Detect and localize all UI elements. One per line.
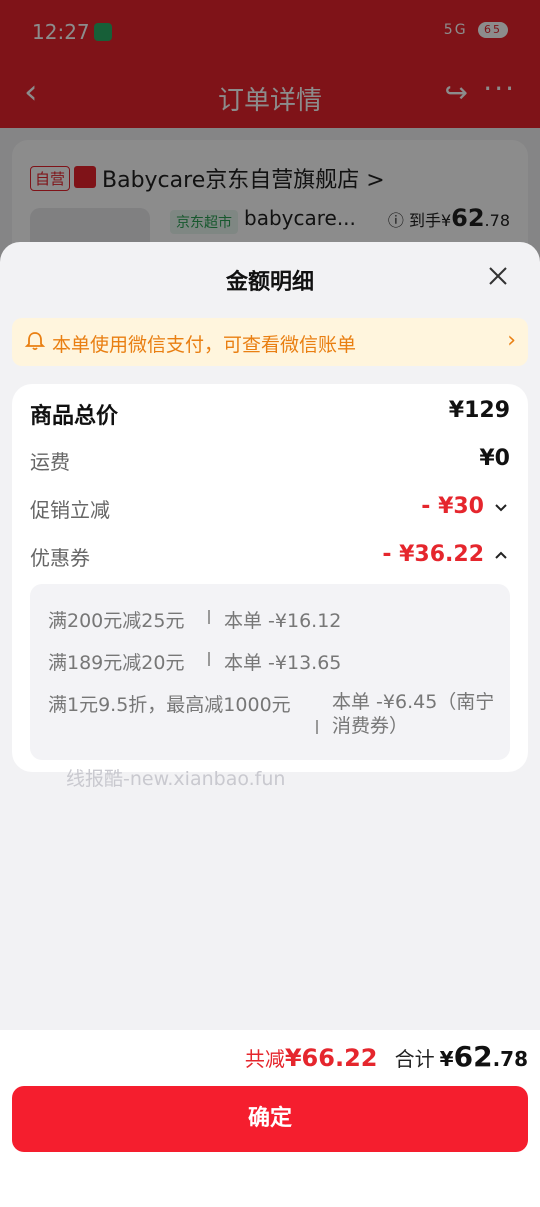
chevron-up-icon[interactable] bbox=[492, 546, 510, 564]
coupon-amount: 本单 -¥16.12 bbox=[224, 610, 342, 632]
sum-label: 合计 bbox=[394, 1047, 435, 1071]
amount-detail-card: 商品总价 ¥129 运费 ¥0 促销立减 - ¥30 优惠券 - ¥36.22 … bbox=[12, 384, 528, 772]
promo-value: - ¥30 bbox=[421, 494, 484, 519]
sum-symbol: ¥ bbox=[439, 1047, 454, 1071]
coupon-amount: 本单 -¥6.45（南宁消费券） bbox=[332, 691, 495, 737]
separator bbox=[208, 610, 210, 624]
wechat-pay-notice[interactable]: 本单使用微信支付，可查看微信账单 › bbox=[12, 318, 528, 366]
row-promo[interactable]: 促销立减 - ¥30 bbox=[30, 494, 510, 528]
coupon-label: 优惠券 bbox=[30, 546, 90, 570]
coupon-amount: 本单 -¥13.65 bbox=[224, 652, 342, 674]
row-coupon[interactable]: 优惠券 - ¥36.22 bbox=[30, 542, 510, 576]
notice-text: 本单使用微信支付，可查看微信账单 bbox=[52, 334, 357, 356]
saved-label: 共减 bbox=[244, 1047, 285, 1071]
chevron-down-icon[interactable] bbox=[492, 498, 510, 516]
coupon-condition: 满200元减25元 bbox=[48, 610, 185, 632]
saved-value: ¥66.22 bbox=[284, 1044, 378, 1072]
shipping-value: ¥0 bbox=[479, 446, 510, 471]
coupon-condition: 满189元减20元 bbox=[48, 652, 185, 674]
sum-dec: .78 bbox=[492, 1047, 528, 1071]
watermark: 线报酷-new.xianbao.fun bbox=[66, 768, 286, 790]
sum-int: 62 bbox=[453, 1040, 493, 1073]
confirm-button[interactable]: 确定 bbox=[12, 1086, 528, 1152]
promo-label: 促销立减 bbox=[30, 498, 110, 522]
total-summary: 共减¥66.22 合计 ¥62.78 bbox=[245, 1040, 528, 1073]
coupon-value: - ¥36.22 bbox=[382, 542, 484, 567]
bell-icon bbox=[24, 332, 46, 351]
separator bbox=[208, 652, 210, 666]
close-icon[interactable] bbox=[482, 260, 514, 292]
chevron-right-icon: › bbox=[507, 328, 516, 353]
shipping-label: 运费 bbox=[30, 450, 70, 474]
sheet-title: 金额明细 bbox=[225, 270, 314, 295]
coupon-breakdown: 满200元减25元 本单 -¥16.12 满189元减20元 本单 -¥13.6… bbox=[30, 584, 510, 760]
row-goods-total: 商品总价 ¥129 bbox=[30, 398, 510, 432]
row-shipping: 运费 ¥0 bbox=[30, 446, 510, 480]
sheet-footer: 共减¥66.22 合计 ¥62.78 确定 bbox=[0, 1030, 540, 1207]
goods-total-value: ¥129 bbox=[448, 398, 510, 423]
coupon-condition: 满1元9.5折，最高减1000元 bbox=[48, 694, 291, 716]
amount-detail-sheet: 金额明细 本单使用微信支付，可查看微信账单 › 商品总价 ¥129 运费 ¥0 … bbox=[0, 242, 540, 1207]
separator bbox=[316, 720, 318, 734]
goods-total-label: 商品总价 bbox=[30, 404, 119, 429]
